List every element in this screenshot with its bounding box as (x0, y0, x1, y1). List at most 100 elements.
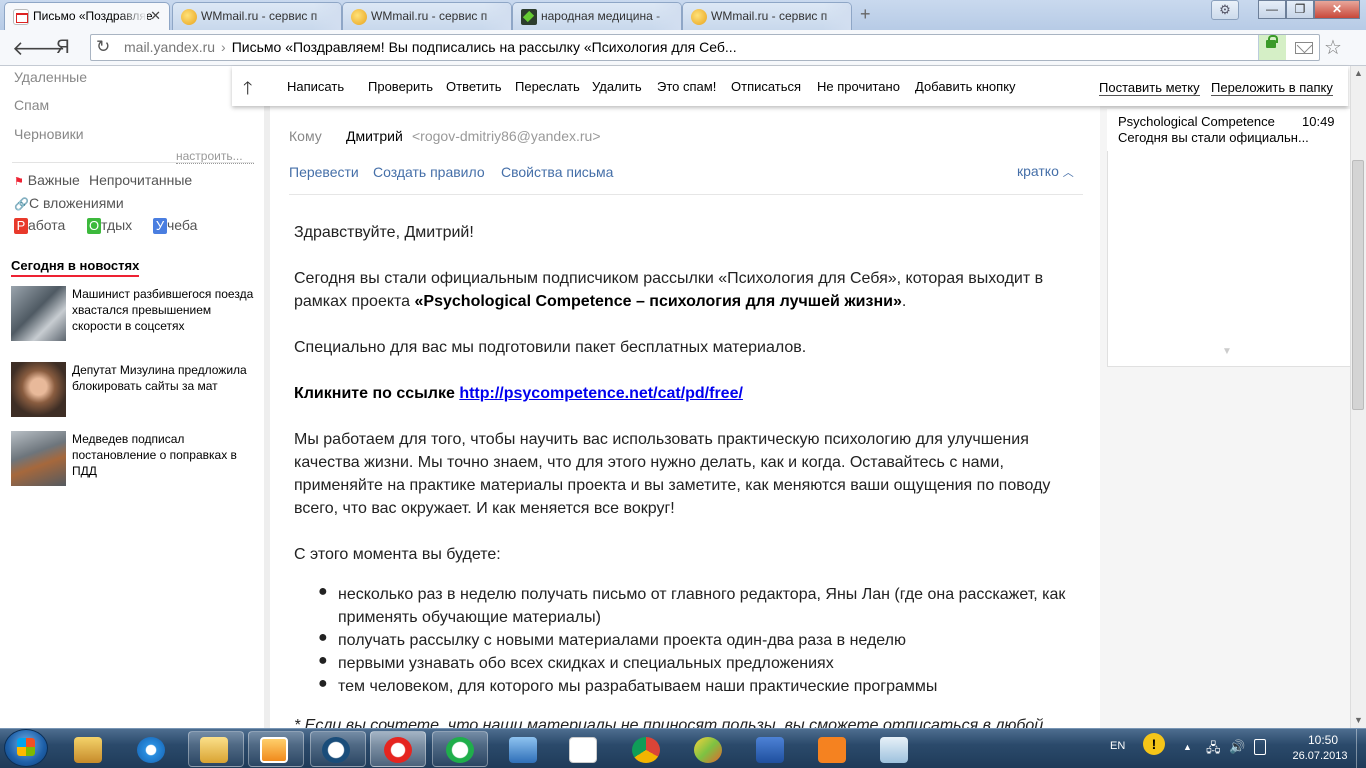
news-item[interactable]: Медведев подписал постановление о поправ… (72, 431, 257, 479)
yandex-icon[interactable] (569, 737, 597, 763)
link-label: Кликните по ссылке (294, 385, 460, 402)
odnoklassniki-icon[interactable] (818, 737, 846, 763)
news-thumbnail-train[interactable] (11, 286, 66, 341)
bookmark-star-icon[interactable]: ☆ (1324, 35, 1342, 60)
filter-important-label: Важные (27, 172, 80, 188)
tab[interactable]: WMmail.ru - сервис п (682, 2, 852, 30)
message-properties-link[interactable]: Свойства письма (501, 164, 613, 180)
scrollbar-thumb[interactable] (1352, 160, 1364, 410)
tab-close-icon[interactable]: ✕ (150, 8, 161, 24)
show-desktop-button[interactable] (1356, 729, 1366, 768)
up-arrow-icon[interactable]: 🡑 (243, 76, 252, 106)
tab-title: WMmail.ru - сервис п (201, 9, 318, 23)
folder-deleted[interactable]: Удаленные (14, 69, 87, 85)
news-item[interactable]: Машинист разбившегося поезда хвастался п… (72, 286, 257, 334)
news-thumbnail-traffic[interactable] (11, 431, 66, 486)
tab[interactable]: WMmail.ru - сервис п (172, 2, 342, 30)
project-name: «Psychological Competence – психология д… (414, 293, 902, 310)
news-heading: Сегодня в новостях (11, 258, 140, 277)
news-thumbnail-portrait[interactable] (11, 362, 66, 417)
set-label-button[interactable]: Поставить метку (1099, 80, 1200, 96)
chrome-icon[interactable] (632, 737, 660, 763)
filter-attachments[interactable]: 🔗С вложениями (14, 195, 124, 211)
free-materials-link[interactable]: http://psycompetence.net/cat/pd/free/ (459, 385, 743, 402)
tab-active[interactable]: Письмо «Поздравляе ✕ (4, 2, 170, 31)
thread-sender: Psychological Competence (1118, 114, 1275, 129)
yandex-home-button[interactable]: Я (56, 37, 70, 59)
tab[interactable]: WMmail.ru - сервис п (342, 2, 512, 30)
wmmail-icon (351, 9, 367, 25)
clock-date[interactable]: 26.07.2013 (1280, 750, 1360, 762)
url-host: mail.yandex.ru (124, 39, 216, 55)
folder-printer-icon[interactable] (74, 737, 102, 763)
lock-icon (1266, 35, 1278, 48)
keyboard-language[interactable]: EN (1110, 740, 1125, 752)
word-icon[interactable] (756, 737, 784, 763)
scroll-down-icon[interactable]: ▼ (1354, 715, 1363, 725)
medicine-site-icon (521, 9, 537, 25)
bullet-icon: ● (318, 629, 328, 646)
network-icon[interactable]: 🖧 (1206, 739, 1221, 761)
internet-explorer-icon[interactable] (137, 737, 165, 763)
label-study[interactable]: Учеба (153, 217, 197, 234)
forward-button[interactable]: Переслать (515, 79, 580, 94)
volume-app-icon[interactable] (509, 737, 537, 763)
expand-down-icon[interactable]: ▼ (1222, 346, 1232, 357)
battery-icon[interactable] (1254, 739, 1266, 755)
filter-unread[interactable]: Непрочитанные (89, 172, 192, 188)
thread-snippet: Сегодня вы стали официальн... (1118, 130, 1309, 145)
spam-button[interactable]: Это спам! (657, 79, 716, 94)
list-item: несколько раз в неделю получать письмо о… (338, 586, 1066, 626)
intro-end: . (901, 293, 907, 310)
settings-gear-icon[interactable]: ⚙ (1211, 0, 1239, 20)
news-item[interactable]: Депутат Мизулина предложила блокировать … (72, 362, 257, 394)
recipient-name[interactable]: Дмитрий (346, 128, 403, 144)
mark-unread-button[interactable]: Не прочитано (817, 79, 900, 94)
tab[interactable]: народная медицина - (512, 2, 682, 30)
label-work[interactable]: Работа (14, 217, 65, 234)
filter-important[interactable]: ⚑ Важные (14, 172, 80, 188)
scroll-up-icon[interactable]: ▲ (1354, 68, 1363, 78)
paragraph-intro: Сегодня вы стали официальным подписчиком… (294, 267, 1084, 313)
tab-title: народная медицина - (541, 9, 661, 23)
new-tab-button[interactable]: + (860, 4, 871, 25)
brief-label: кратко (1017, 163, 1059, 179)
recipient-email: <rogov-dmitriy86@yandex.ru> (412, 128, 601, 144)
move-to-folder-button[interactable]: Переложить в папку (1211, 80, 1333, 96)
maximize-button[interactable]: ❐ (1286, 0, 1314, 19)
clock-time[interactable]: 10:50 (1288, 733, 1358, 747)
volume-icon[interactable]: 🔊 (1229, 739, 1245, 755)
label-rest[interactable]: Отдых (87, 217, 132, 234)
create-rule-link[interactable]: Создать правило (373, 164, 485, 180)
check-button[interactable]: Проверить (368, 79, 433, 94)
media-player-icon[interactable] (260, 737, 288, 763)
reply-button[interactable]: Ответить (446, 79, 502, 94)
mail-agent-icon[interactable] (446, 737, 474, 763)
list-item: получать рассылку с новыми материалами п… (338, 632, 906, 649)
chevron-up-icon: ︿ (1062, 167, 1074, 179)
fruit-app-icon[interactable] (694, 737, 722, 763)
close-window-button[interactable]: ✕ (1314, 0, 1360, 19)
folder-spam[interactable]: Спам (14, 97, 49, 113)
add-button-button[interactable]: Добавить кнопку (915, 79, 1016, 94)
folder-drafts[interactable]: Черновики (14, 126, 84, 142)
minimize-button[interactable]: — (1258, 0, 1286, 19)
paragraph-from-now: С этого момента вы будете: (294, 546, 501, 563)
delete-button[interactable]: Удалить (592, 79, 642, 94)
write-button[interactable]: Написать (287, 79, 344, 94)
show-hidden-icons-icon[interactable]: ▲ (1183, 742, 1192, 752)
paperclip-icon: 🔗 (14, 197, 29, 211)
tab-title: WMmail.ru - сервис п (371, 9, 488, 23)
translate-link[interactable]: Перевести (289, 164, 359, 180)
notepad-icon[interactable] (880, 737, 908, 763)
explorer-folder-icon[interactable] (200, 737, 228, 763)
unsubscribe-button[interactable]: Отписаться (731, 79, 801, 94)
mail-icon[interactable] (1295, 42, 1313, 54)
url-text[interactable]: mail.yandex.ru › Письмо «Поздравляем! Вы п… (124, 39, 737, 55)
yandex-browser-icon[interactable] (384, 737, 412, 763)
brief-toggle[interactable]: кратко ︿ (1017, 163, 1074, 180)
flag-icon: ⚑ (14, 176, 24, 188)
hp-icon[interactable] (322, 737, 350, 763)
reload-icon[interactable]: ↻ (96, 37, 110, 57)
action-center-warning-icon[interactable]: ! (1143, 733, 1165, 755)
